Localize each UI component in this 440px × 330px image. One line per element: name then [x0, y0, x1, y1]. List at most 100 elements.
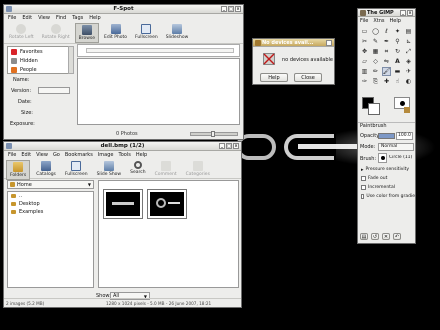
rotate-left-button[interactable]: Rotate Left — [6, 23, 37, 41]
heal-icon[interactable]: ✚ — [382, 77, 391, 86]
reset-options-icon[interactable]: ↶ — [393, 233, 401, 240]
gimp-menu-help[interactable]: Help — [390, 18, 401, 24]
folder-desktop[interactable]: Desktop — [8, 200, 93, 208]
gthumb-fullscreen-button[interactable]: Fullscreen — [62, 160, 91, 178]
version-select[interactable] — [38, 87, 70, 94]
gimp-close-button[interactable]: × — [407, 10, 413, 16]
comment-button[interactable]: Comment — [152, 160, 180, 178]
gimp-menu-file[interactable]: File — [360, 18, 368, 24]
rect-select-icon[interactable]: ▭ — [360, 27, 369, 36]
gthumb-menu-help[interactable]: Help — [136, 152, 147, 158]
gthumb-menu-view[interactable]: View — [36, 152, 48, 158]
gthumb-menu-tools[interactable]: Tools — [118, 152, 130, 158]
rotate-icon[interactable]: ↻ — [393, 47, 402, 56]
scissors-icon[interactable]: ✂ — [360, 37, 369, 46]
measure-icon[interactable]: ⊾ — [404, 37, 413, 46]
fullscreen-button[interactable]: Fullscreen — [132, 23, 161, 41]
dialog-close-action-button[interactable]: Close — [294, 73, 322, 82]
menu-tags[interactable]: Tags — [72, 15, 83, 21]
catalogs-button[interactable]: Catalogs — [33, 160, 59, 178]
gimp-minimize-button[interactable]: _ — [400, 10, 406, 16]
background-color[interactable] — [368, 103, 380, 115]
gthumb-menu-edit[interactable]: Edit — [21, 152, 31, 158]
fuzzy-select-icon[interactable]: ✦ — [393, 27, 402, 36]
paintbrush-icon[interactable]: 🖌 — [382, 67, 391, 76]
maximize-button[interactable]: □ — [228, 6, 234, 12]
text-icon[interactable]: A — [393, 57, 402, 66]
dialog-help-button[interactable]: Help — [260, 73, 288, 82]
close-button[interactable]: × — [235, 6, 241, 12]
clone-icon[interactable]: ⎘ — [371, 77, 380, 86]
eraser-icon[interactable]: ▬ — [393, 67, 402, 76]
dodge-burn-icon[interactable]: ◐ — [404, 77, 413, 86]
fade-out-checkbox[interactable]: Fade out — [361, 174, 415, 183]
shear-icon[interactable]: ▱ — [360, 57, 369, 66]
photo-view[interactable] — [77, 58, 240, 125]
smudge-icon[interactable]: ☝ — [393, 77, 402, 86]
incremental-checkbox[interactable]: Incremental — [361, 183, 415, 192]
gimp-titlebar[interactable]: The GIMP _ × — [358, 9, 415, 17]
use-gradient-color-checkbox[interactable]: Use color from gradie — [361, 192, 415, 201]
dialog-close-button[interactable]: × — [326, 40, 332, 46]
paths-icon[interactable]: ✎ — [371, 37, 380, 46]
menu-edit[interactable]: Edit — [22, 15, 32, 21]
tag-people[interactable]: People — [8, 65, 68, 74]
tag-hidden[interactable]: Hidden — [8, 56, 68, 65]
save-options-icon[interactable]: ▤ — [360, 233, 368, 240]
tag-scrollbar[interactable] — [68, 46, 74, 74]
slideshow-button[interactable]: Slideshow — [163, 23, 192, 41]
menu-help[interactable]: Help — [89, 15, 100, 21]
gthumb-menu-go[interactable]: Go — [53, 152, 60, 158]
opacity-slider[interactable] — [378, 133, 395, 139]
perspective-icon[interactable]: ◇ — [371, 57, 380, 66]
mode-select[interactable]: Normal — [378, 143, 414, 151]
folder-parent[interactable]: .. — [8, 192, 93, 200]
flip-icon[interactable]: ⇋ — [382, 57, 391, 66]
airbrush-icon[interactable]: ✈ — [404, 67, 413, 76]
folder-examples[interactable]: Examples — [8, 208, 93, 216]
thumbnail-view[interactable] — [98, 180, 239, 288]
ink-icon[interactable]: ✑ — [360, 77, 369, 86]
pressure-sensitivity-option[interactable]: ▸ Pressure sensitivity — [361, 165, 415, 174]
pencil-icon[interactable]: ✏ — [371, 67, 380, 76]
gthumb-close-button[interactable]: × — [233, 143, 239, 149]
menu-find[interactable]: Find — [56, 15, 66, 21]
crop-icon[interactable]: ⌗ — [382, 47, 391, 56]
gthumb-slideshow-button[interactable]: Slide Show — [94, 160, 125, 178]
edit-photo-button[interactable]: Edit Photo — [101, 23, 130, 41]
blend-icon[interactable]: ▥ — [360, 67, 369, 76]
zoom-slider[interactable] — [190, 131, 238, 137]
gthumb-titlebar[interactable]: dell.bmp (1/2) _ □ × — [4, 142, 241, 151]
categories-button[interactable]: Categories — [183, 160, 213, 178]
gthumb-menu-bookmarks[interactable]: Bookmarks — [65, 152, 93, 158]
gthumb-maximize-button[interactable]: □ — [226, 143, 232, 149]
gthumb-menu-file[interactable]: File — [8, 152, 16, 158]
scale-icon[interactable]: ⤢ — [404, 47, 413, 56]
menu-view[interactable]: View — [38, 15, 50, 21]
bucket-fill-icon[interactable]: ◈ — [404, 57, 413, 66]
dialog-titlebar[interactable]: No devices avail... × — [253, 39, 334, 47]
restore-options-icon[interactable]: ↺ — [371, 233, 379, 240]
browse-button[interactable]: Browse — [74, 23, 100, 43]
align-icon[interactable]: ▦ — [371, 47, 380, 56]
move-icon[interactable]: ✥ — [360, 47, 369, 56]
color-picker-icon[interactable]: ✒ — [382, 37, 391, 46]
menu-file[interactable]: File — [8, 15, 16, 21]
opacity-value[interactable]: 100.0 — [396, 132, 413, 140]
zoom-icon[interactable]: ⚲ — [393, 37, 402, 46]
gthumb-minimize-button[interactable]: _ — [219, 143, 225, 149]
fspot-titlebar[interactable]: F-Spot _ □ × — [4, 5, 243, 14]
gimp-color-area[interactable] — [362, 97, 412, 119]
tag-favorites[interactable]: Favorites — [8, 47, 68, 56]
thumbnail-1[interactable] — [103, 189, 143, 219]
minimize-button[interactable]: _ — [221, 6, 227, 12]
ellipse-select-icon[interactable]: ◯ — [371, 27, 380, 36]
thumbnail-2[interactable] — [147, 189, 187, 219]
delete-options-icon[interactable]: ✕ — [382, 233, 390, 240]
gimp-menu-xtns[interactable]: Xtns — [373, 18, 384, 24]
rotate-right-button[interactable]: Rotate Right — [39, 23, 73, 41]
color-select-icon[interactable]: ▤ — [404, 27, 413, 36]
brush-swatch[interactable] — [378, 153, 387, 163]
gthumb-menu-image[interactable]: Image — [98, 152, 114, 158]
timeline-bar[interactable] — [77, 44, 240, 57]
